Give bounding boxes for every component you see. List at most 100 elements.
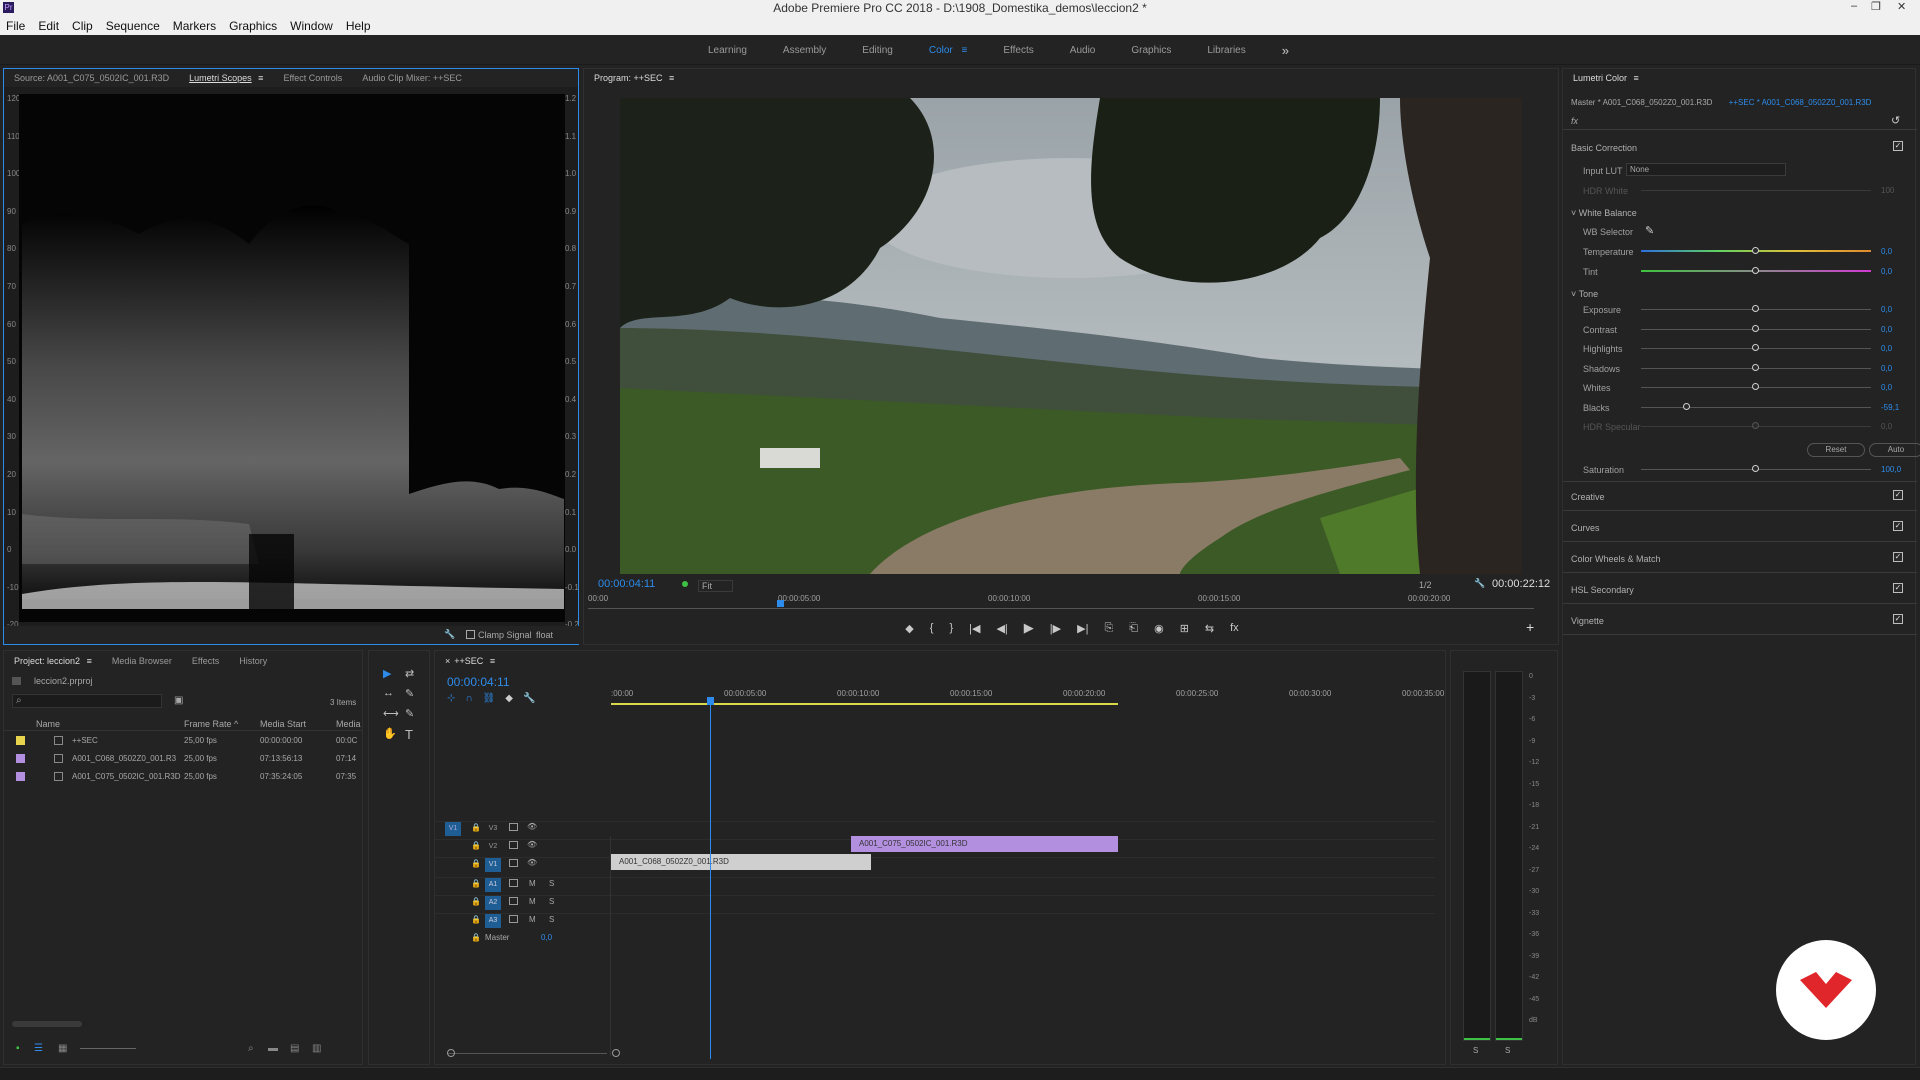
program-settings-icon[interactable]: 🔧: [1474, 578, 1485, 589]
playback-resolution-select[interactable]: 1/2: [1416, 580, 1452, 590]
sync-lock-icon[interactable]: [509, 823, 518, 831]
clamp-signal-checkbox[interactable]: [466, 630, 475, 639]
highlights-slider[interactable]: [1752, 344, 1759, 351]
workspace-libraries[interactable]: Libraries: [1189, 45, 1263, 56]
go-to-in-button[interactable]: |◀: [969, 622, 980, 635]
tone-header[interactable]: ˅ Tone: [1571, 289, 1598, 299]
tone-reset-button[interactable]: Reset: [1807, 443, 1865, 457]
basic-correction-checkbox[interactable]: ✓: [1893, 141, 1903, 151]
menu-edit[interactable]: Edit: [38, 19, 59, 33]
creative-header[interactable]: Creative: [1571, 492, 1605, 502]
exposure-slider[interactable]: [1752, 305, 1759, 312]
menu-file[interactable]: File: [6, 19, 25, 33]
color-wheels-checkbox[interactable]: ✓: [1893, 552, 1903, 562]
menu-markers[interactable]: Markers: [173, 19, 216, 33]
color-wheels-header[interactable]: Color Wheels & Match: [1571, 554, 1661, 564]
lock-project-icon[interactable]: ▪: [16, 1043, 20, 1054]
solo-right-button[interactable]: S: [1505, 1046, 1510, 1055]
close-tab-icon[interactable]: ×: [445, 656, 454, 666]
bit-depth-select[interactable]: float: [536, 630, 553, 640]
track-target-a3[interactable]: A3: [485, 914, 501, 928]
tab-audio-clip-mixer[interactable]: Audio Clip Mixer: ++SEC: [352, 73, 472, 83]
highlights-value[interactable]: 0,0: [1881, 344, 1892, 353]
trim-button[interactable]: ⇆: [1205, 622, 1214, 635]
master-volume-value[interactable]: 0,0: [541, 933, 552, 942]
tint-value[interactable]: 0,0: [1881, 267, 1892, 276]
creative-checkbox[interactable]: ✓: [1893, 490, 1903, 500]
col-media-start[interactable]: Media Start: [260, 719, 306, 729]
col-name[interactable]: Name: [36, 719, 60, 729]
minimize-icon[interactable]: –: [1851, 0, 1857, 12]
track-lock-icon[interactable]: 🔒: [471, 915, 481, 924]
basic-correction-header[interactable]: Basic Correction: [1571, 143, 1637, 153]
mark-out-button[interactable]: }: [949, 622, 953, 634]
track-select-tool-icon[interactable]: ⇄: [405, 667, 414, 680]
zoom-slider[interactable]: [80, 1048, 136, 1049]
hsl-secondary-header[interactable]: HSL Secondary: [1571, 585, 1634, 595]
step-forward-button[interactable]: |▶: [1050, 622, 1061, 635]
saturation-slider[interactable]: [1752, 465, 1759, 472]
curves-checkbox[interactable]: ✓: [1893, 521, 1903, 531]
track-lock-icon[interactable]: 🔒: [471, 823, 481, 832]
video-frame[interactable]: [620, 98, 1522, 574]
linked-selection-icon[interactable]: ⛓: [483, 693, 496, 704]
delete-icon[interactable]: ▥: [312, 1043, 321, 1054]
master-lock-icon[interactable]: 🔒: [471, 933, 481, 942]
export-frame-button[interactable]: ◉: [1154, 622, 1164, 635]
reset-effect-icon[interactable]: ↺: [1891, 114, 1900, 127]
temperature-value[interactable]: 0,0: [1881, 247, 1892, 256]
exposure-value[interactable]: 0,0: [1881, 305, 1892, 314]
track-mute-button[interactable]: M: [529, 915, 536, 924]
extract-button[interactable]: ⎗: [1129, 622, 1138, 635]
workspace-assembly[interactable]: Assembly: [765, 45, 844, 56]
scopes-settings-icon[interactable]: 🔧: [444, 629, 455, 640]
eyedropper-icon[interactable]: ✎: [1645, 224, 1654, 237]
find-icon[interactable]: ⌕: [248, 1043, 254, 1054]
col-media[interactable]: Media: [336, 719, 361, 729]
track-target-v1[interactable]: V1: [485, 858, 501, 872]
tab-effects[interactable]: Effects: [182, 656, 229, 666]
label-color-swatch[interactable]: [16, 736, 25, 745]
menu-graphics[interactable]: Graphics: [229, 19, 277, 33]
project-search-input[interactable]: ⌕: [12, 694, 162, 708]
timeline-timecode[interactable]: 00:00:04:11: [447, 675, 510, 689]
add-marker-icon[interactable]: ◆: [505, 693, 513, 704]
work-area-bar[interactable]: [611, 703, 1118, 705]
nest-toggle-icon[interactable]: ⊹: [447, 693, 455, 704]
workspace-menu-icon[interactable]: ≡: [956, 45, 968, 56]
program-ruler[interactable]: 00:00 00:00:05:00 00:00:10:00 00:00:15:0…: [588, 594, 1534, 612]
zoom-fit-select[interactable]: Fit: [698, 580, 733, 592]
fx-badge[interactable]: fx: [1571, 116, 1578, 126]
playhead-handle[interactable]: [707, 697, 714, 705]
master-clip-select[interactable]: Master * A001_C068_0502Z0_001.R3D: [1571, 98, 1712, 107]
source-patch-v1[interactable]: V1: [445, 822, 461, 836]
sync-lock-icon[interactable]: [509, 897, 518, 905]
track-eye-icon[interactable]: 👁: [527, 822, 537, 831]
razor-tool-icon[interactable]: ✎: [405, 687, 414, 700]
label-color-swatch[interactable]: [16, 772, 25, 781]
label-color-swatch[interactable]: [16, 754, 25, 763]
white-balance-header[interactable]: ˅ White Balance: [1571, 208, 1637, 218]
icon-view-icon[interactable]: ▦: [58, 1043, 67, 1054]
track-solo-button[interactable]: S: [549, 879, 554, 888]
list-view-icon[interactable]: ☰: [34, 1043, 43, 1054]
close-icon[interactable]: ✕: [1897, 0, 1906, 13]
shadows-value[interactable]: 0,0: [1881, 364, 1892, 373]
tone-auto-button[interactable]: Auto: [1869, 443, 1920, 457]
panel-menu-icon[interactable]: ≡: [1630, 73, 1639, 83]
go-to-out-button[interactable]: ▶|: [1077, 622, 1088, 635]
tab-lumetri-scopes[interactable]: Lumetri Scopes ≡: [179, 73, 273, 83]
track-lock-icon[interactable]: 🔒: [471, 897, 481, 906]
project-scrollbar[interactable]: [12, 1021, 82, 1027]
panel-menu-icon[interactable]: ≡: [254, 73, 263, 83]
vignette-checkbox[interactable]: ✓: [1893, 614, 1903, 624]
sync-lock-icon[interactable]: [509, 841, 518, 849]
tab-program[interactable]: Program: ++SEC ≡: [584, 73, 684, 83]
track-target-a2[interactable]: A2: [485, 896, 501, 910]
tab-effect-controls[interactable]: Effect Controls: [273, 73, 352, 83]
workspace-audio[interactable]: Audio: [1052, 45, 1114, 56]
hand-tool-icon[interactable]: ✋: [383, 727, 397, 740]
contrast-slider[interactable]: [1752, 324, 1759, 332]
new-item-icon[interactable]: ▤: [290, 1043, 299, 1054]
track-target-a1[interactable]: A1: [485, 878, 501, 892]
